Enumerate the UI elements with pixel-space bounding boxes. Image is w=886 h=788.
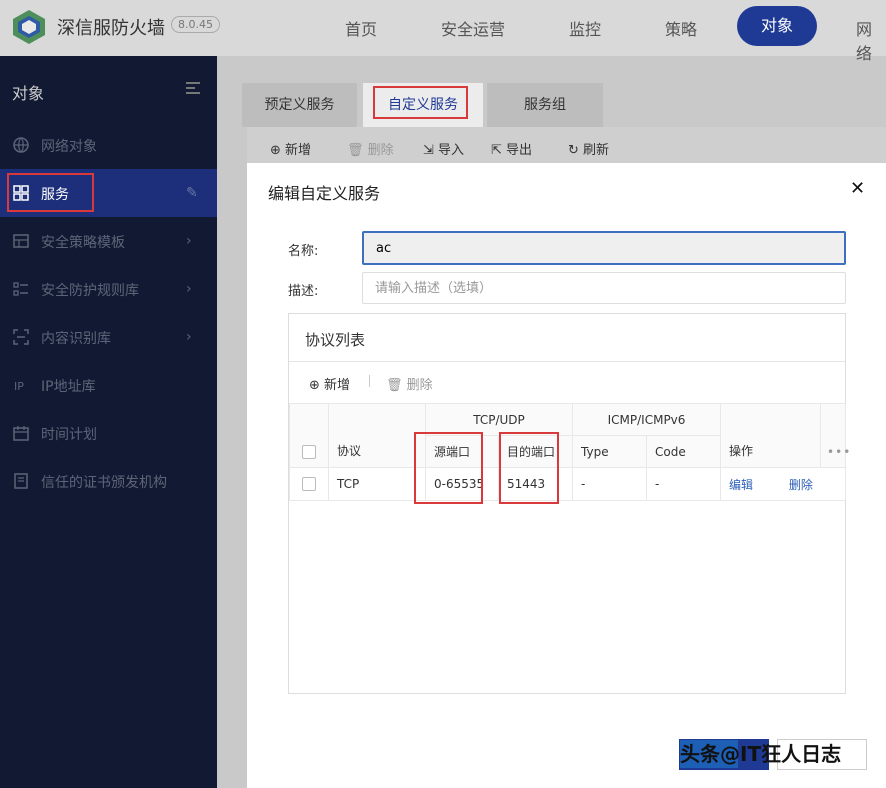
nav-policy[interactable]: 策略 bbox=[665, 16, 697, 40]
logo-icon bbox=[13, 10, 45, 44]
sidebar-item-security-policy-template[interactable]: 安全策略模板 › bbox=[0, 217, 217, 265]
protocol-delete-label: 删除 bbox=[406, 378, 433, 393]
protocol-add-button[interactable]: ⊕ 新增 bbox=[309, 374, 350, 393]
sidebar-item-ip-library[interactable]: IP IP地址库 bbox=[0, 361, 217, 409]
chevron-right-icon: › bbox=[186, 233, 192, 249]
divider bbox=[289, 361, 845, 362]
sidebar-item-label: 安全策略模板 bbox=[41, 235, 125, 251]
chevron-right-icon: › bbox=[186, 329, 192, 345]
edit-service-dialog: 编辑自定义服务 ✕ 名称: 描述: 协议列表 ⊕ 新增 🗑 删除 协议 TCP/… bbox=[247, 163, 886, 788]
cell-protocol: TCP bbox=[328, 467, 426, 501]
scan-icon bbox=[13, 329, 29, 345]
tab-predefined-services[interactable]: 预定义服务 bbox=[242, 83, 357, 127]
col-action: 操作 bbox=[720, 403, 822, 468]
col-group-tcp-udp: TCP/UDP bbox=[424, 403, 574, 436]
highlight-box-src-port bbox=[414, 432, 483, 504]
svg-text:IP: IP bbox=[14, 380, 24, 393]
trash-icon: 🗑 bbox=[386, 378, 403, 393]
cell-actions: 编辑 删除 bbox=[720, 467, 847, 501]
col-type: Type bbox=[572, 435, 648, 468]
name-input[interactable] bbox=[362, 231, 846, 265]
delete-label: 删除 bbox=[367, 143, 394, 158]
nav-security-ops[interactable]: 安全运营 bbox=[441, 16, 505, 40]
protocol-list-title: 协议列表 bbox=[305, 331, 366, 349]
cell-type: - bbox=[572, 467, 648, 501]
template-icon bbox=[13, 234, 29, 248]
export-label: 导出 bbox=[506, 143, 533, 158]
sidebar-item-label: IP地址库 bbox=[41, 379, 96, 395]
rules-icon bbox=[13, 282, 28, 296]
refresh-icon: ↻ bbox=[568, 143, 579, 158]
description-input[interactable] bbox=[362, 272, 846, 304]
highlight-box-services bbox=[7, 173, 94, 212]
name-label: 名称: bbox=[288, 244, 319, 259]
sidebar-item-label: 信任的证书颁发机构 bbox=[41, 475, 167, 491]
protocol-delete-button[interactable]: 🗑 删除 bbox=[386, 374, 433, 393]
column-settings-icon[interactable]: ••• bbox=[820, 403, 850, 468]
sidebar-item-schedule[interactable]: 时间计划 bbox=[0, 409, 217, 457]
edit-link[interactable]: 编辑 bbox=[729, 478, 753, 492]
sidebar-item-content-recognition[interactable]: 内容识别库 › bbox=[0, 313, 217, 361]
top-bar: 深信服防火墙 8.0.45 首页 安全运营 监控 策略 对象 网络 bbox=[0, 0, 886, 63]
add-button[interactable]: ⊕ 新增 bbox=[270, 139, 311, 158]
trash-icon: 🗑 bbox=[347, 143, 364, 158]
col-protocol: 协议 bbox=[328, 403, 426, 468]
sidebar-item-trusted-ca[interactable]: 信任的证书颁发机构 bbox=[0, 457, 217, 505]
chevron-right-icon: › bbox=[186, 281, 192, 297]
delete-link[interactable]: 删除 bbox=[789, 478, 813, 492]
select-all-checkbox[interactable] bbox=[302, 445, 316, 459]
nav-home[interactable]: 首页 bbox=[345, 16, 377, 40]
dialog-title: 编辑自定义服务 bbox=[268, 184, 381, 203]
sidebar: 对象 网络对象 服务 ✎ 安全策略模板 › 安全防护规则库 › 内容识别库 › … bbox=[0, 56, 217, 788]
add-label: 新增 bbox=[285, 143, 312, 158]
select-all-cell bbox=[289, 403, 329, 468]
plus-circle-icon: ⊕ bbox=[270, 143, 281, 158]
highlight-box-custom-tab bbox=[373, 86, 468, 119]
sidebar-title: 对象 bbox=[12, 84, 45, 103]
nav-network[interactable]: 网络 bbox=[856, 16, 886, 64]
col-code: Code bbox=[646, 435, 722, 468]
protocol-table: 协议 TCP/UDP ICMP/ICMPv6 操作 ••• 源端口 目的端口 T… bbox=[289, 403, 850, 501]
ip-icon: IP bbox=[14, 380, 24, 393]
watermark-text: 头条@IT狂人日志 bbox=[680, 742, 842, 766]
pin-icon[interactable]: ✎ bbox=[186, 185, 198, 201]
brand-name: 深信服防火墙 bbox=[57, 18, 165, 39]
collapse-menu-icon[interactable] bbox=[186, 82, 200, 94]
nav-monitor[interactable]: 监控 bbox=[569, 16, 601, 40]
sidebar-item-label: 时间计划 bbox=[41, 427, 97, 443]
sidebar-item-label: 网络对象 bbox=[41, 139, 97, 155]
sidebar-item-security-rules[interactable]: 安全防护规则库 › bbox=[0, 265, 217, 313]
delete-button[interactable]: 🗑 删除 bbox=[347, 139, 394, 158]
toolbar bbox=[247, 127, 886, 163]
nav-objects[interactable]: 对象 bbox=[737, 6, 817, 46]
sidebar-item-label: 内容识别库 bbox=[41, 331, 111, 347]
refresh-label: 刷新 bbox=[583, 143, 610, 158]
highlight-box-dst-port bbox=[499, 432, 559, 504]
sidebar-item-label: 安全防护规则库 bbox=[41, 283, 139, 299]
sidebar-item-network-objects[interactable]: 网络对象 bbox=[0, 121, 217, 169]
import-icon: ⇲ bbox=[423, 143, 434, 158]
version-badge: 8.0.45 bbox=[171, 16, 220, 33]
export-button[interactable]: ⇱ 导出 bbox=[491, 139, 532, 158]
separator bbox=[369, 375, 370, 387]
col-group-icmp: ICMP/ICMPv6 bbox=[572, 403, 722, 436]
cell-code: - bbox=[646, 467, 722, 501]
tab-service-groups[interactable]: 服务组 bbox=[487, 83, 603, 127]
import-button[interactable]: ⇲ 导入 bbox=[423, 139, 464, 158]
protocol-list-panel: 协议列表 ⊕ 新增 🗑 删除 协议 TCP/UDP ICMP/ICMPv6 操作… bbox=[288, 313, 850, 694]
export-icon: ⇱ bbox=[491, 143, 502, 158]
description-label: 描述: bbox=[288, 284, 319, 299]
close-icon[interactable]: ✕ bbox=[850, 178, 865, 199]
protocol-add-label: 新增 bbox=[324, 378, 351, 393]
refresh-button[interactable]: ↻ 刷新 bbox=[568, 139, 609, 158]
row-checkbox[interactable] bbox=[302, 477, 316, 492]
table-row: TCP 0-65535 51443 - - 编辑 删除 bbox=[289, 467, 847, 501]
globe-icon bbox=[13, 137, 29, 153]
import-label: 导入 bbox=[438, 143, 465, 158]
row-select-cell bbox=[289, 467, 329, 501]
calendar-icon bbox=[13, 426, 29, 441]
plus-circle-icon: ⊕ bbox=[309, 378, 320, 393]
certificate-icon bbox=[14, 473, 28, 489]
